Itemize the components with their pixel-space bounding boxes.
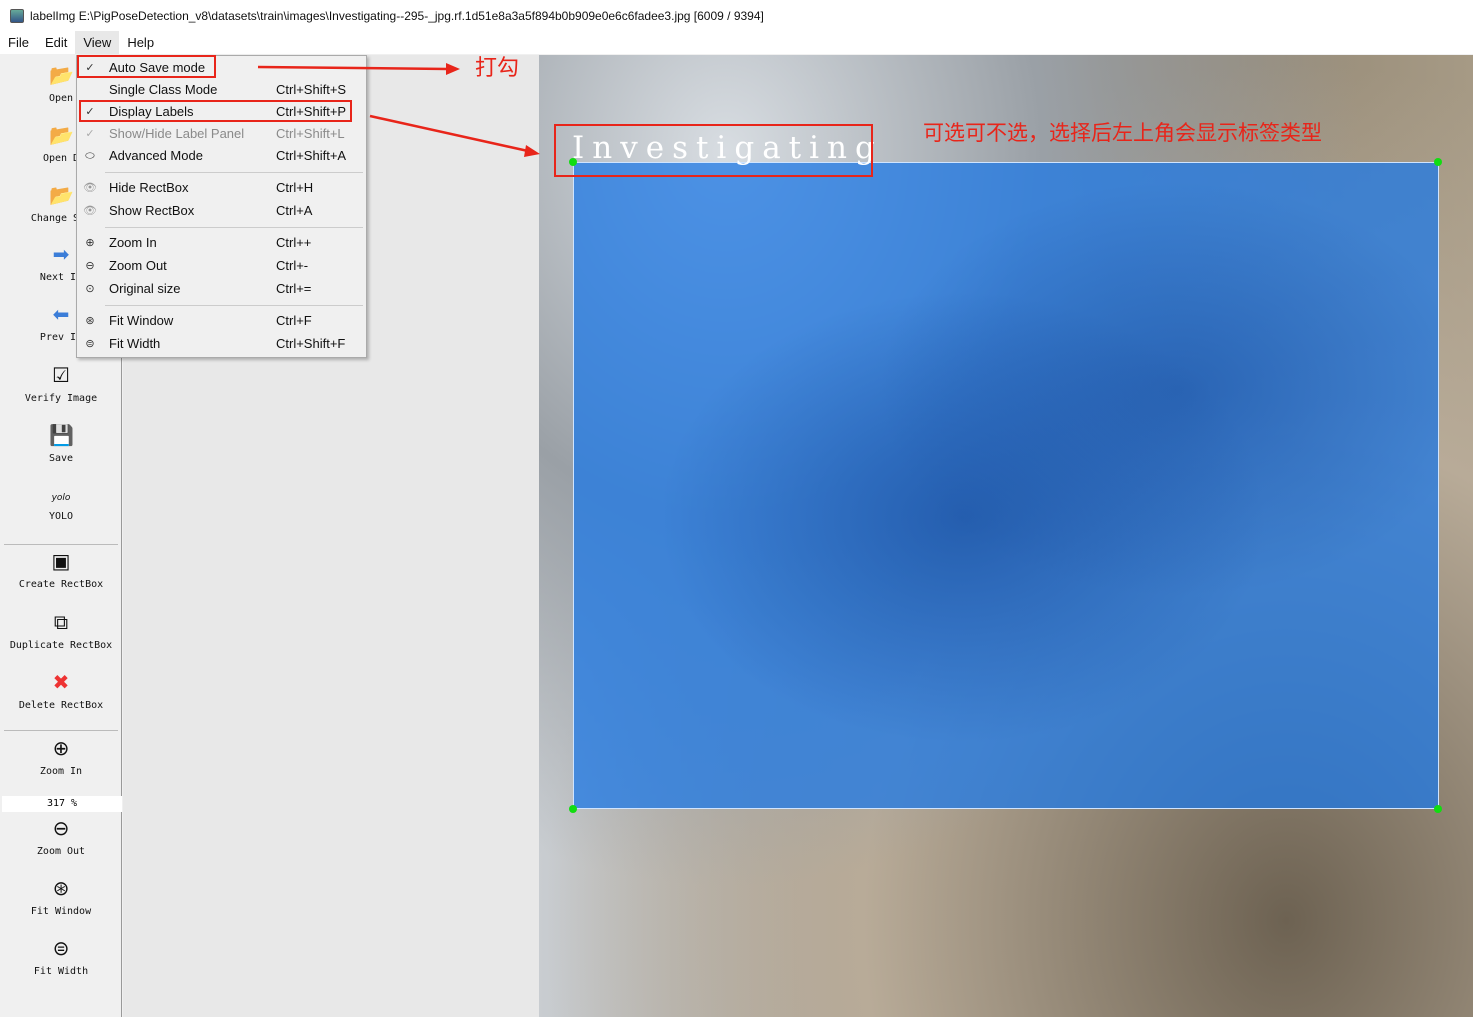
arrow-head: [446, 63, 460, 75]
annotation-arrows: [257, 63, 540, 157]
arrow-head: [524, 145, 540, 157]
annotation-tick: 打勾: [475, 56, 520, 81]
arrow-line: [369, 114, 529, 153]
annotation-note: 可选可不选，选择后左上角会显示标签类型: [923, 121, 1322, 145]
arrow-line: [257, 65, 449, 71]
